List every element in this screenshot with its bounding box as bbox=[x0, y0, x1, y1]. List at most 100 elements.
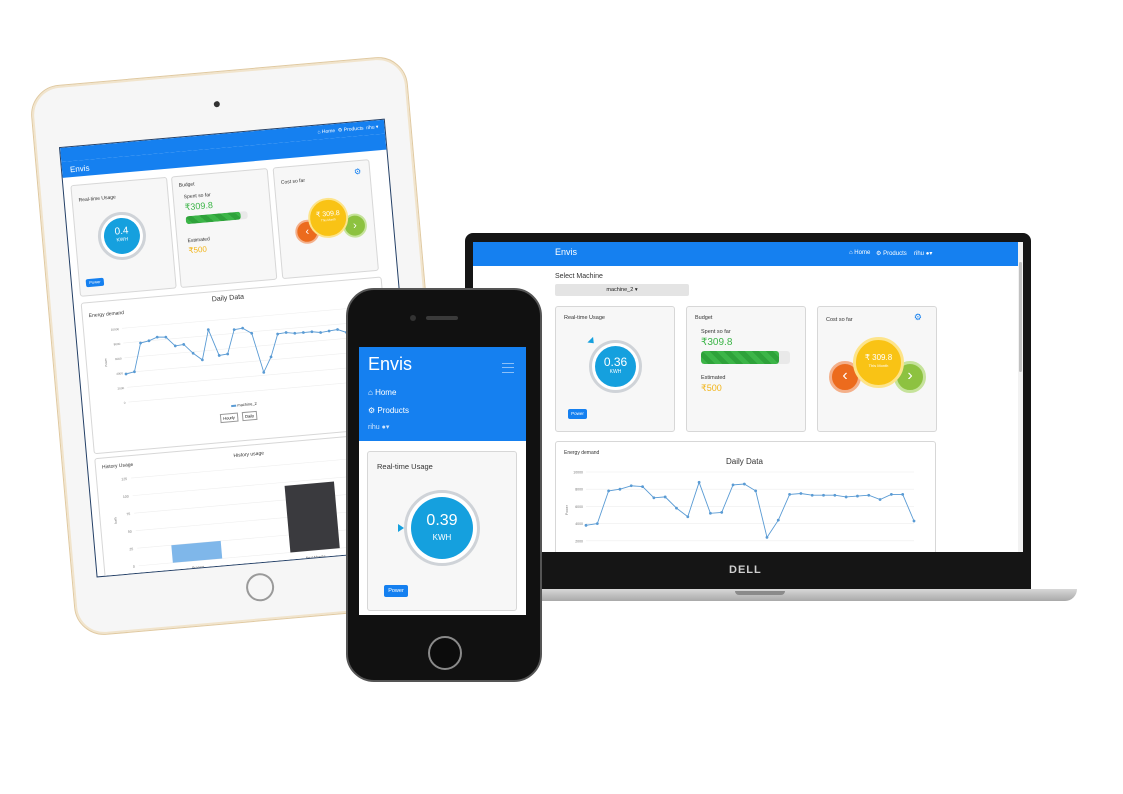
tablet-realtime-card: Real-time Usage 0.4 KWH Power bbox=[70, 176, 177, 297]
data-point bbox=[336, 328, 339, 331]
tablet-brand[interactable]: Envis bbox=[70, 164, 90, 175]
data-point bbox=[226, 352, 230, 356]
data-point bbox=[618, 487, 622, 491]
data-point bbox=[901, 492, 905, 496]
phone-realtime-card: Real-time Usage 0.39 KWH Power bbox=[367, 451, 517, 611]
y-tick-label: 10000 bbox=[111, 327, 120, 332]
hamburger-menu-icon[interactable] bbox=[502, 363, 514, 373]
laptop-gauge-value: 0.36 bbox=[603, 355, 628, 369]
y-axis-label: Power bbox=[104, 358, 109, 367]
data-point bbox=[697, 480, 701, 484]
laptop-budget-card: Budget Spent so far ₹309.8 Estimated ₹50… bbox=[686, 306, 806, 432]
gridline bbox=[121, 306, 371, 329]
data-point bbox=[742, 482, 746, 486]
phone-nav-products[interactable]: ⚙ Products bbox=[368, 406, 409, 415]
laptop-brand[interactable]: Envis bbox=[555, 247, 577, 257]
data-point bbox=[232, 328, 236, 332]
y-tick-label: 4000 bbox=[116, 371, 123, 376]
data-point bbox=[147, 339, 151, 343]
laptop-estimated-label: Estimated bbox=[701, 375, 726, 381]
tablet-nav-links[interactable]: ⌂ Home ⚙ Products rihu ▾ bbox=[317, 124, 378, 135]
series-line bbox=[585, 480, 915, 539]
data-point bbox=[810, 493, 814, 497]
gridline bbox=[123, 321, 372, 344]
laptop-cost-badge: ₹ 309.8 This Month bbox=[853, 337, 904, 388]
y-tick-label: 75 bbox=[126, 512, 130, 516]
laptop-nav-home[interactable]: ⌂ Home bbox=[849, 250, 870, 256]
gridline bbox=[127, 365, 376, 388]
bar bbox=[171, 540, 223, 563]
laptop-estimated-value: ₹500 bbox=[701, 383, 722, 393]
data-point bbox=[799, 492, 803, 495]
laptop-gear-icon[interactable]: ⚙ bbox=[914, 312, 922, 323]
products-icon: ⚙ bbox=[876, 251, 882, 257]
data-point bbox=[262, 370, 266, 374]
laptop-gauge-unit: KWH bbox=[609, 369, 622, 375]
laptop-scrollbar[interactable] bbox=[1018, 242, 1023, 552]
y-axis-label: kwh bbox=[113, 517, 118, 524]
data-point bbox=[754, 489, 758, 493]
y-tick-label: 8000 bbox=[114, 342, 121, 347]
laptop-nav-user[interactable]: rihu ●▾ bbox=[914, 250, 932, 257]
tablet-spent-label: Spent so far bbox=[183, 192, 211, 201]
data-point bbox=[889, 492, 893, 496]
y-tick-label: 2000 bbox=[575, 539, 583, 543]
tablet-cost-card: Cost so far ⚙ ‹ › ₹ 309.8 This Month bbox=[272, 159, 379, 280]
laptop-scroll-thumb[interactable] bbox=[1019, 262, 1022, 372]
tablet-gear-icon[interactable]: ⚙ bbox=[354, 167, 362, 177]
y-tick-label: 6000 bbox=[115, 357, 122, 362]
phone-screen: Envis ⌂ Home ⚙ Products rihu ●▾ Real-tim… bbox=[359, 347, 526, 615]
y-tick-label: 125 bbox=[121, 477, 127, 481]
data-point bbox=[709, 511, 712, 515]
laptop-energy-card: Energy demand Daily Data 020004000600080… bbox=[555, 441, 936, 552]
tablet-energy-chart: 0 2000 4000 6000 8000 10000 Power bbox=[104, 306, 377, 405]
data-point bbox=[327, 329, 331, 333]
data-point bbox=[124, 372, 128, 376]
tablet-budget-progress-fill bbox=[185, 211, 241, 225]
data-point bbox=[878, 498, 882, 501]
data-point bbox=[912, 519, 916, 523]
data-point bbox=[675, 506, 678, 510]
data-point bbox=[276, 332, 280, 336]
laptop-screen: Envis ⌂ Home ⚙ Products rihu ●▾ Select M… bbox=[473, 242, 1023, 552]
data-point bbox=[607, 489, 611, 493]
tablet-cost-title: Cost so far bbox=[280, 177, 306, 186]
tablet-energy-title: Energy demand bbox=[88, 310, 125, 320]
y-tick-label: 4000 bbox=[575, 522, 583, 526]
phone-brand[interactable]: Envis bbox=[368, 354, 412, 375]
laptop-logo: DELL bbox=[729, 564, 762, 576]
phone-gauge-pointer-icon bbox=[398, 524, 404, 532]
data-point bbox=[301, 331, 305, 334]
gridline bbox=[125, 350, 374, 373]
data-point bbox=[206, 328, 210, 332]
tablet-daily-title: Daily Data bbox=[211, 293, 245, 304]
laptop-cost-title: Cost so far bbox=[826, 317, 853, 323]
data-point bbox=[788, 492, 791, 496]
laptop-realtime-card: Real-time Usage 0.36 KWH Power bbox=[555, 306, 675, 432]
tablet-hourly-button[interactable]: Hourly bbox=[219, 412, 239, 424]
phone-nav-user[interactable]: rihu ●▾ bbox=[368, 423, 389, 431]
phone-gauge-core: 0.39 KWH bbox=[411, 497, 473, 559]
tablet-daily-button[interactable]: Daily bbox=[241, 410, 258, 422]
phone-power-button[interactable]: Power bbox=[384, 585, 408, 597]
data-point bbox=[584, 523, 588, 527]
data-point bbox=[641, 485, 644, 489]
y-tick-label: 0 bbox=[124, 401, 126, 405]
laptop-nav-products[interactable]: ⚙ Products bbox=[876, 250, 907, 257]
phone-home-button[interactable] bbox=[428, 636, 462, 670]
gridline bbox=[128, 380, 377, 403]
phone-device: Envis ⌂ Home ⚙ Products rihu ●▾ Real-tim… bbox=[346, 288, 542, 682]
laptop-energy-chart: 0200040006000800010000Power bbox=[565, 471, 916, 543]
y-tick-label: 25 bbox=[129, 547, 133, 551]
laptop-power-button[interactable]: Power bbox=[568, 409, 587, 419]
tablet-power-button[interactable]: Power bbox=[85, 277, 105, 288]
tablet-legend: machine_2 bbox=[231, 401, 257, 408]
data-point bbox=[731, 483, 735, 487]
laptop-spent-label: Spent so far bbox=[701, 329, 731, 335]
data-point bbox=[310, 330, 314, 334]
phone-nav-home[interactable]: ⌂ Home bbox=[368, 388, 396, 397]
y-tick-label: 2000 bbox=[117, 386, 124, 391]
machine-select[interactable]: machine_2 ▾ bbox=[555, 284, 689, 296]
phone-speaker bbox=[426, 316, 458, 320]
tablet-gauge: 0.4 KWH bbox=[95, 209, 148, 262]
